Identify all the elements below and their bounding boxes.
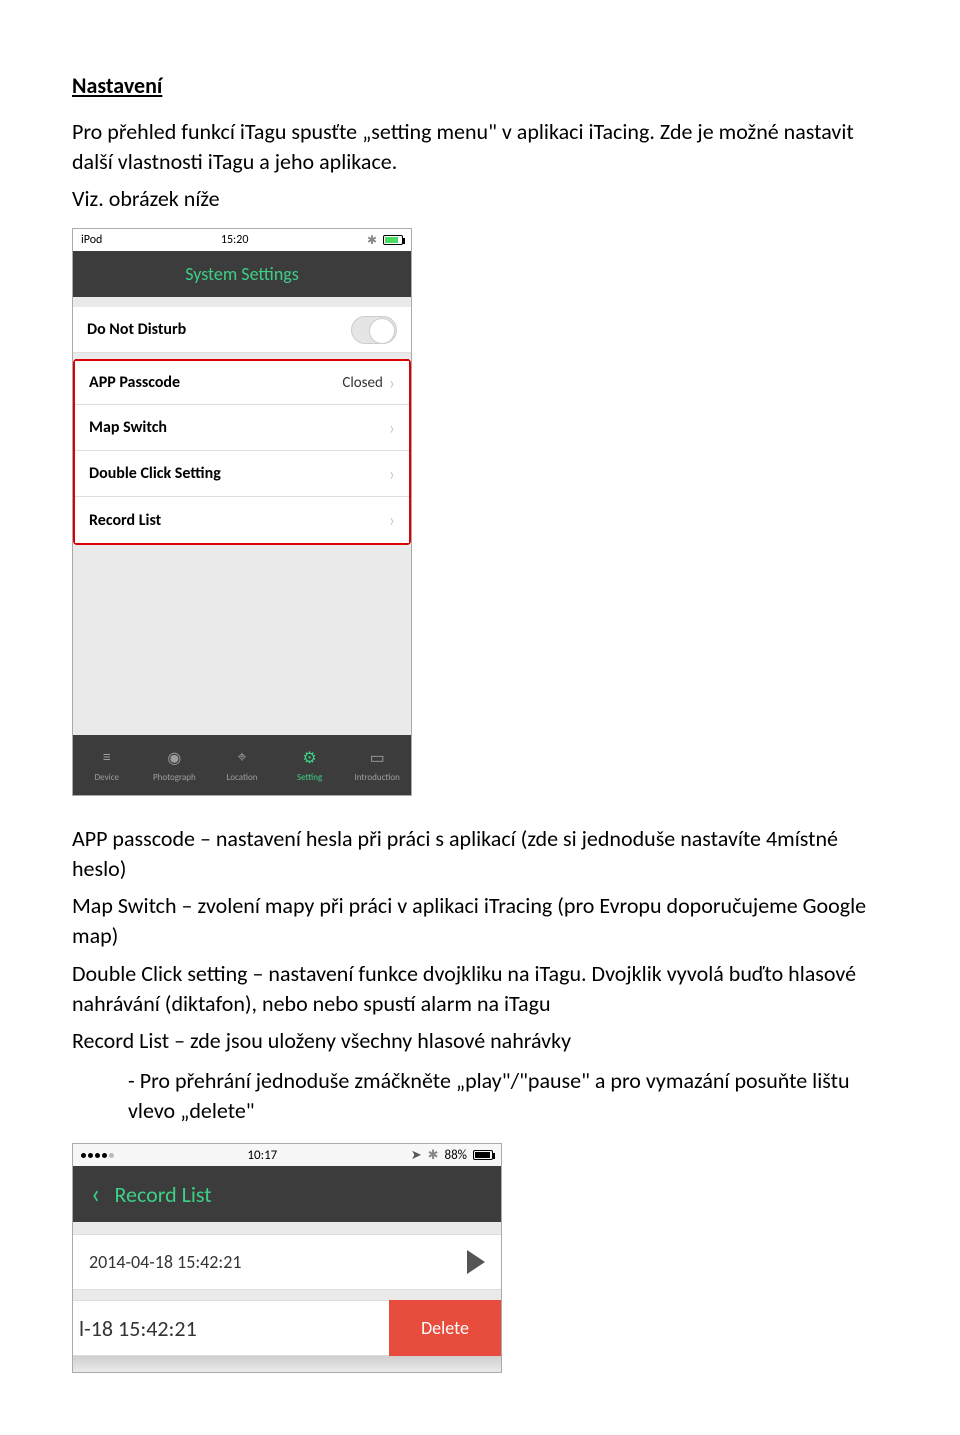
row-label: Map Switch	[89, 418, 167, 437]
desc-play-hint: - Pro přehrání jednoduše zmáčkněte „play…	[128, 1066, 888, 1125]
status-time: 15:20	[221, 233, 249, 247]
delete-button[interactable]: Delete	[389, 1300, 501, 1356]
book-icon: ▭	[367, 748, 387, 768]
tab-label: Photograph	[153, 772, 196, 783]
location-arrow-icon: ➤	[411, 1148, 422, 1163]
intro-paragraph-2: Viz. obrázek níže	[72, 184, 888, 214]
desc-double-click: Double Click setting – nastavení funkce …	[72, 959, 888, 1018]
signal-icon	[81, 1153, 114, 1158]
tab-introduction[interactable]: ▭ Introduction	[343, 735, 411, 795]
row-label: Do Not Disturb	[87, 320, 186, 339]
row-do-not-disturb[interactable]: Do Not Disturb	[73, 307, 411, 353]
camera-icon: ◉	[164, 748, 184, 768]
row-double-click-setting[interactable]: Double Click Setting ›	[75, 451, 409, 497]
chevron-right-icon: ›	[389, 463, 395, 485]
highlighted-rows-group: APP Passcode Closed › Map Switch › Doubl…	[73, 359, 411, 545]
screen-title: System Settings	[73, 251, 411, 297]
tab-setting[interactable]: ⚙ Setting	[276, 735, 344, 795]
battery-icon	[383, 235, 403, 245]
chevron-right-icon: ›	[389, 417, 395, 439]
bluetooth-icon: ✱	[428, 1148, 439, 1163]
tab-location[interactable]: ⌖ Location	[208, 735, 276, 795]
row-record-list[interactable]: Record List ›	[75, 497, 409, 543]
tab-label: Device	[95, 772, 119, 783]
tab-label: Location	[226, 772, 257, 783]
gear-icon: ⚙	[300, 748, 320, 768]
intro-paragraph-1: Pro přehled funkcí iTagu spusťte „settin…	[72, 117, 888, 176]
play-icon[interactable]	[467, 1250, 485, 1274]
tab-photograph[interactable]: ◉ Photograph	[141, 735, 209, 795]
status-device-label: iPod	[81, 233, 102, 247]
desc-record-list: Record List – zde jsou uloženy všechny h…	[72, 1026, 888, 1056]
bluetooth-icon: ✱	[367, 233, 377, 248]
recording-timestamp: 2014-04-18 15:42:21	[89, 1251, 241, 1273]
screen-title: Record List	[115, 1181, 212, 1208]
toggle-switch[interactable]	[351, 316, 397, 344]
row-label: Record List	[89, 511, 161, 530]
tab-label: Introduction	[354, 772, 399, 783]
status-time: 10:17	[247, 1148, 277, 1163]
row-label: APP Passcode	[89, 373, 180, 392]
desc-app-passcode: APP passcode – nastavení hesla při práci…	[72, 824, 888, 883]
row-label: Double Click Setting	[89, 464, 221, 483]
list-icon: ≡	[97, 748, 117, 768]
row-map-switch[interactable]: Map Switch ›	[75, 405, 409, 451]
status-bar: 10:17 ➤ ✱ 88%	[73, 1144, 501, 1166]
battery-percent: 88%	[445, 1148, 467, 1163]
desc-map-switch: Map Switch – zvolení mapy při práci v ap…	[72, 891, 888, 950]
chevron-right-icon: ›	[389, 372, 395, 394]
row-value: Closed	[342, 374, 383, 392]
row-app-passcode[interactable]: APP Passcode Closed ›	[75, 359, 409, 405]
screenshot-record-list: 10:17 ➤ ✱ 88% ‹ Record List 2014-04-18 1…	[72, 1143, 502, 1373]
screen-header: ‹ Record List	[73, 1166, 501, 1222]
pin-icon: ⌖	[232, 748, 252, 768]
recording-row[interactable]: 2014-04-18 15:42:21	[73, 1234, 501, 1290]
tab-device[interactable]: ≡ Device	[73, 735, 141, 795]
screenshot-system-settings: iPod 15:20 ✱ System Settings Do Not Dist…	[72, 228, 412, 796]
section-title: Nastavení	[72, 72, 888, 99]
chevron-right-icon: ›	[389, 509, 395, 531]
tab-bar: ≡ Device ◉ Photograph ⌖ Location ⚙ Setti…	[73, 735, 411, 795]
status-bar: iPod 15:20 ✱	[73, 229, 411, 251]
tab-label: Setting	[297, 772, 322, 783]
recording-timestamp-partial: l-18 15:42:21	[73, 1300, 389, 1356]
battery-icon	[473, 1150, 493, 1160]
recording-row-swiped[interactable]: l-18 15:42:21 Delete	[73, 1300, 501, 1356]
back-icon[interactable]: ‹	[91, 1180, 101, 1208]
